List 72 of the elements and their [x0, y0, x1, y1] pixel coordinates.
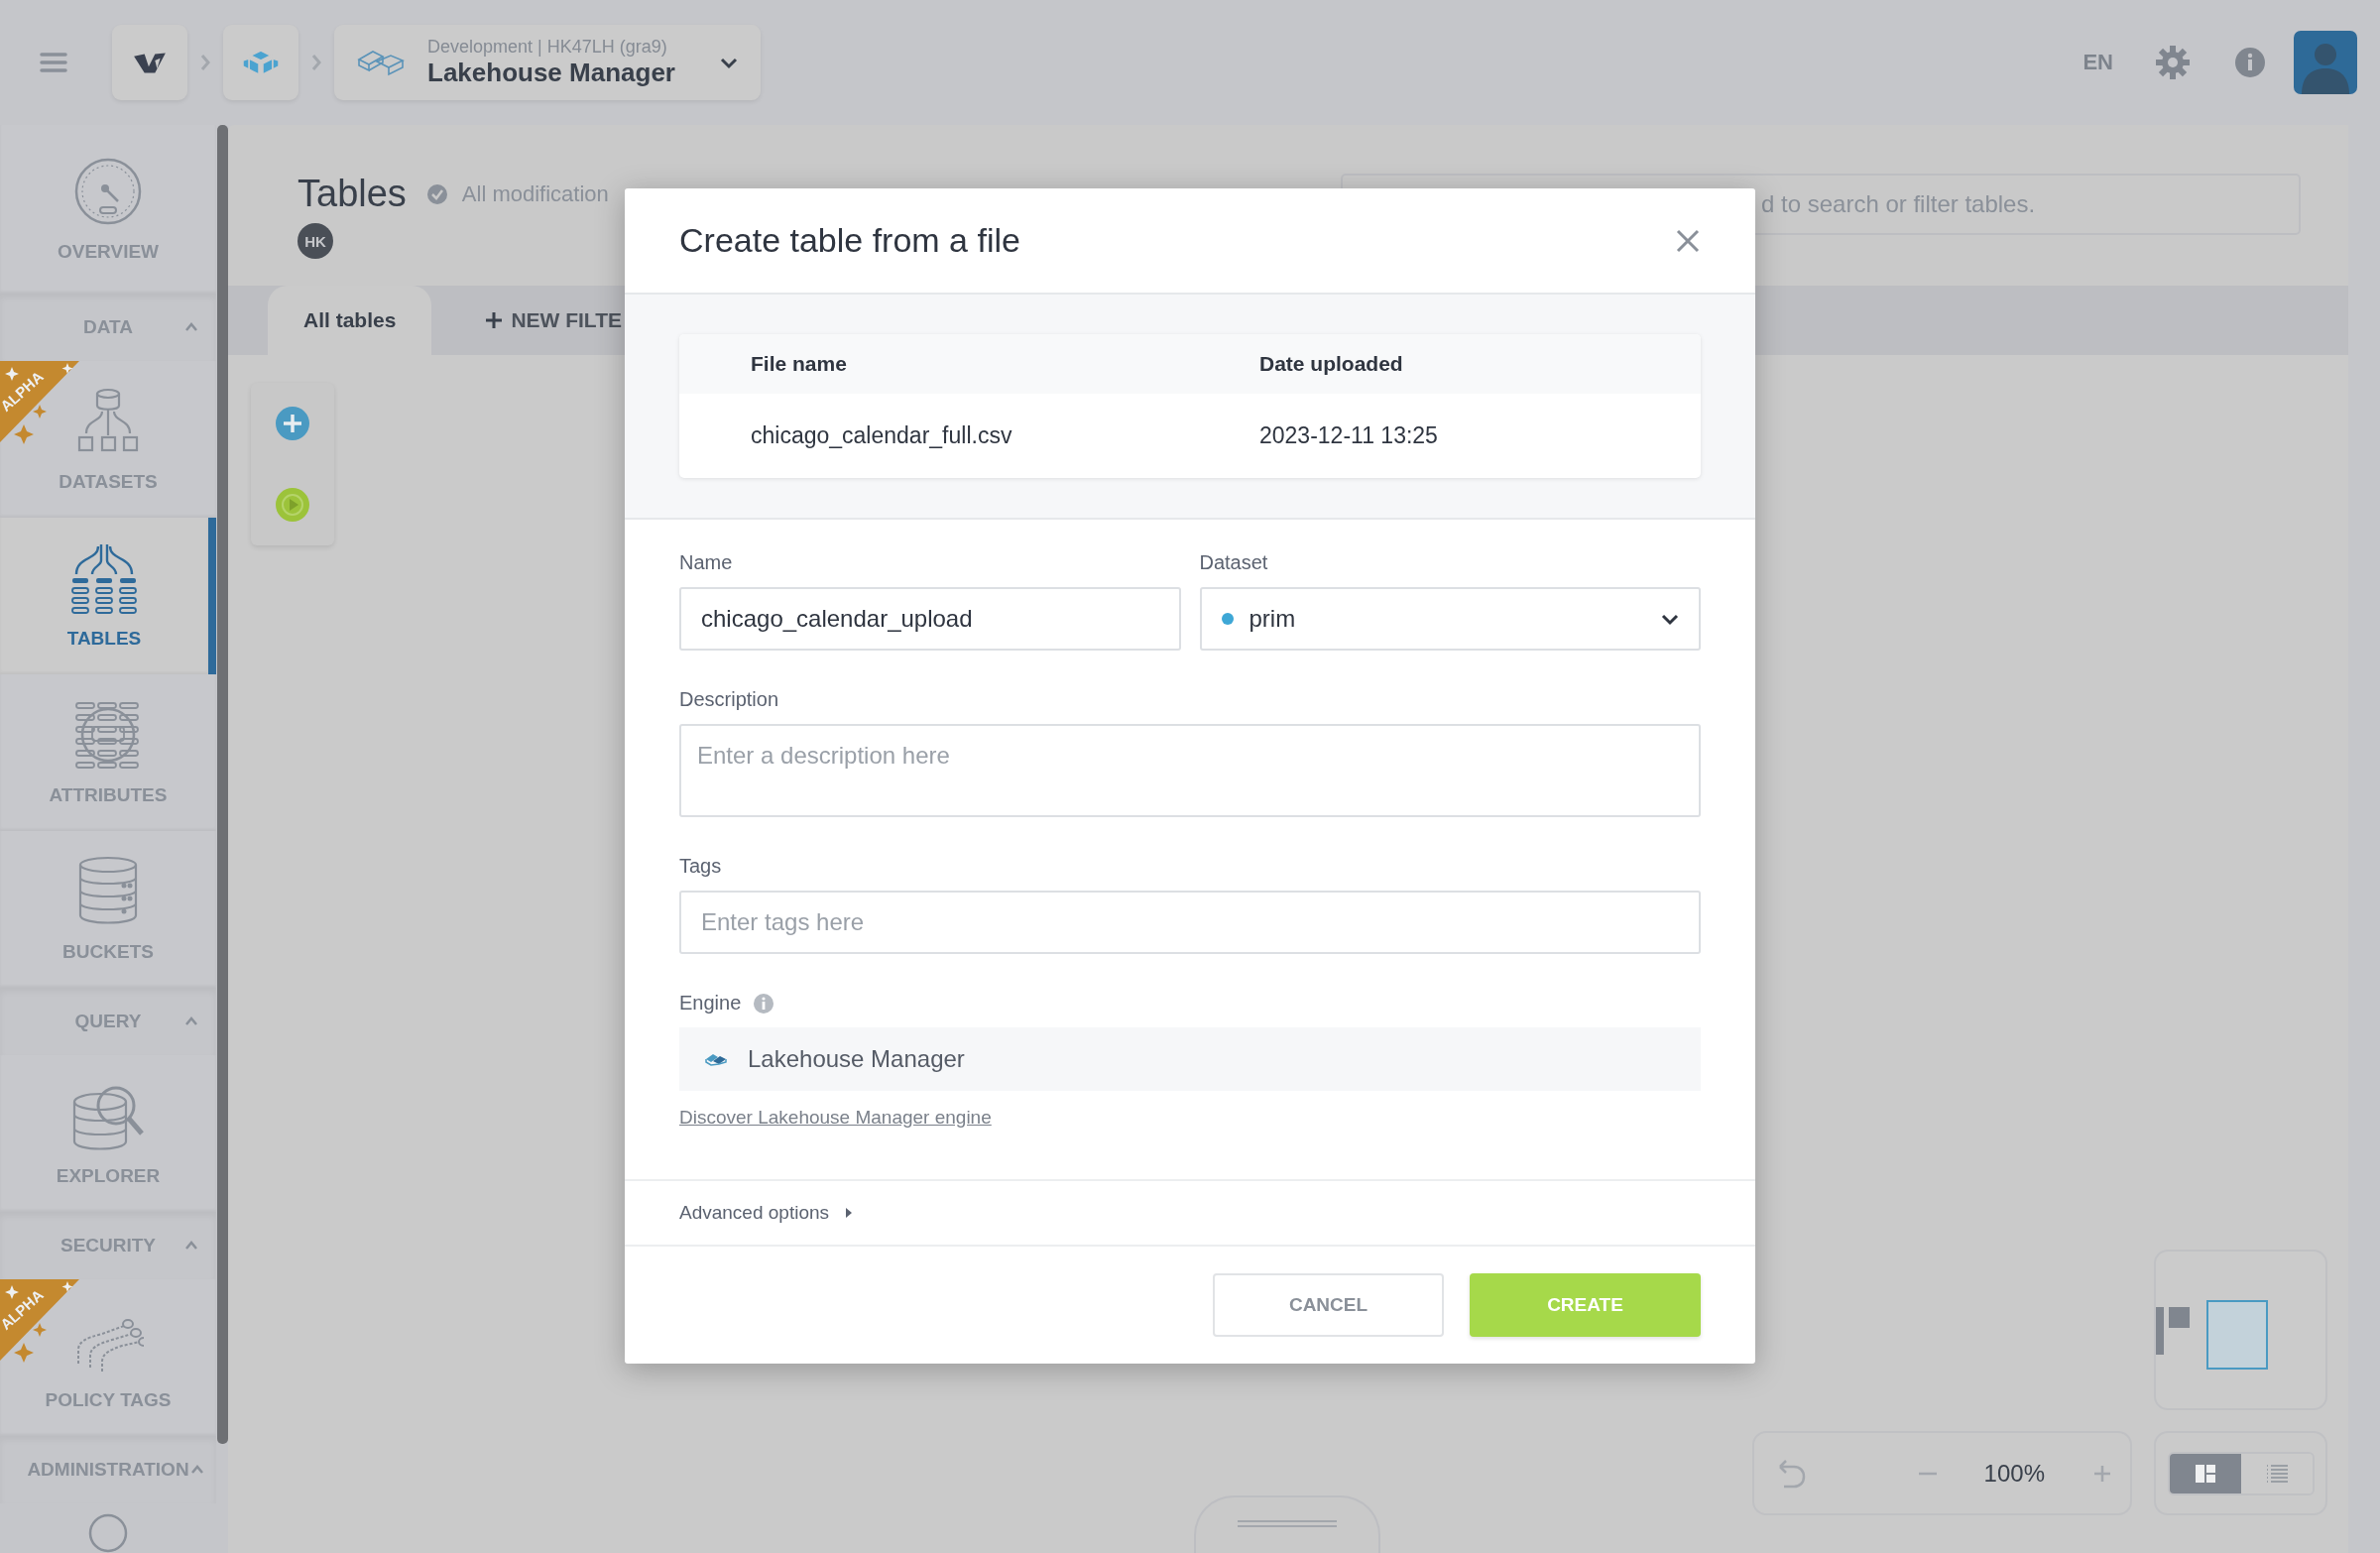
save-status: All modification — [461, 180, 609, 207]
page-title: Tables — [298, 173, 407, 215]
grip-icon — [1238, 1519, 1337, 1528]
chevron-up-icon[interactable] — [184, 321, 198, 333]
field-label: Engine — [679, 992, 742, 1015]
user-avatar[interactable] — [2294, 31, 2357, 94]
field-label: Tags — [679, 855, 723, 878]
chevron-up-icon[interactable] — [184, 1015, 198, 1027]
field-label: Name — [679, 551, 734, 574]
dialog-title: Create table from a file — [679, 221, 1020, 260]
zoom-in-button[interactable] — [2092, 1464, 2112, 1483]
engine-name: Lakehouse Manager — [748, 1045, 965, 1073]
run-button[interactable] — [275, 487, 310, 523]
owner-avatar: HK — [298, 223, 333, 259]
language-button[interactable]: EN — [2082, 50, 2113, 75]
zoom-out-button[interactable] — [1918, 1471, 1937, 1476]
product-selector[interactable]: Development | HK47LH (gra9) Lakehouse Manager — [334, 25, 761, 100]
sidebar-item[interactable]: TABLES — [0, 518, 216, 674]
create-button[interactable]: CREATE — [1470, 1273, 1701, 1337]
environment-label: Development | HK47LH (gra9) — [427, 37, 668, 58]
project-button[interactable] — [223, 25, 298, 100]
section-header: DATA — [83, 316, 133, 338]
close-button[interactable] — [1675, 227, 1701, 254]
chevron-up-icon[interactable] — [184, 1240, 198, 1252]
description-field[interactable]: Enter a description here — [679, 724, 1701, 817]
plus-icon — [485, 311, 504, 329]
gauge-icon — [72, 156, 144, 227]
layout-icon — [2194, 1463, 2216, 1484]
buildings-icon — [356, 48, 406, 77]
list-icon — [2265, 1463, 2288, 1484]
name-field[interactable]: chicago_calendar_upload — [679, 587, 1181, 651]
tags-field[interactable]: Enter tags here — [679, 891, 1701, 954]
product-name: Lakehouse Manager — [427, 58, 676, 88]
table-cell: 2023-12-11 13:25 — [1259, 422, 1438, 449]
diagram-view-button[interactable] — [2169, 1453, 2241, 1493]
info-icon[interactable] — [2234, 47, 2266, 78]
chevron-down-icon — [1661, 612, 1679, 626]
section-header: ADMINISTRATION — [27, 1459, 189, 1481]
panel-handle[interactable] — [1194, 1495, 1380, 1553]
field-label: Dataset — [1199, 551, 1269, 574]
scrollbar[interactable] — [216, 125, 228, 1444]
minus-icon — [1918, 1471, 1937, 1476]
play-circle-icon — [275, 487, 310, 523]
section-header: QUERY — [74, 1011, 142, 1032]
close-icon — [1675, 227, 1701, 254]
info-icon[interactable] — [753, 992, 775, 1015]
menu-icon[interactable] — [40, 52, 67, 73]
tables-icon — [68, 542, 140, 614]
tab[interactable]: All tables — [268, 286, 432, 355]
table-cell-text: chicago_calendar_full.csv — [751, 422, 1013, 449]
field-label: Description — [679, 688, 780, 711]
check-circle-icon — [425, 182, 448, 205]
dataset-dropdown[interactable]: prim — [1199, 587, 1701, 651]
chevron-down-icon — [719, 56, 739, 69]
home-button[interactable] — [112, 25, 187, 100]
chevron-up-icon[interactable] — [190, 1464, 204, 1476]
tab[interactable]: NEW FILTE — [449, 286, 657, 355]
chevron-right-icon — [199, 53, 211, 72]
section-header: SECURITY — [60, 1235, 157, 1256]
plus-circle-icon — [275, 406, 310, 441]
column-header: File name — [751, 352, 848, 376]
zoom-level: 100% — [1983, 1459, 2045, 1488]
plus-icon — [2092, 1464, 2112, 1483]
circle-icon — [88, 1513, 128, 1553]
settings-icon[interactable] — [2155, 45, 2191, 80]
chevron-right-icon — [310, 53, 322, 72]
cancel-button[interactable]: CANCEL — [1213, 1273, 1444, 1337]
column-header: Date uploaded — [1259, 352, 1403, 376]
advanced-options-toggle[interactable]: Advanced options — [679, 1202, 856, 1224]
add-button[interactable] — [275, 406, 310, 441]
engine-link[interactable]: Discover Lakehouse Manager engine — [679, 1107, 992, 1129]
view-toggle[interactable] — [2167, 1451, 2315, 1495]
